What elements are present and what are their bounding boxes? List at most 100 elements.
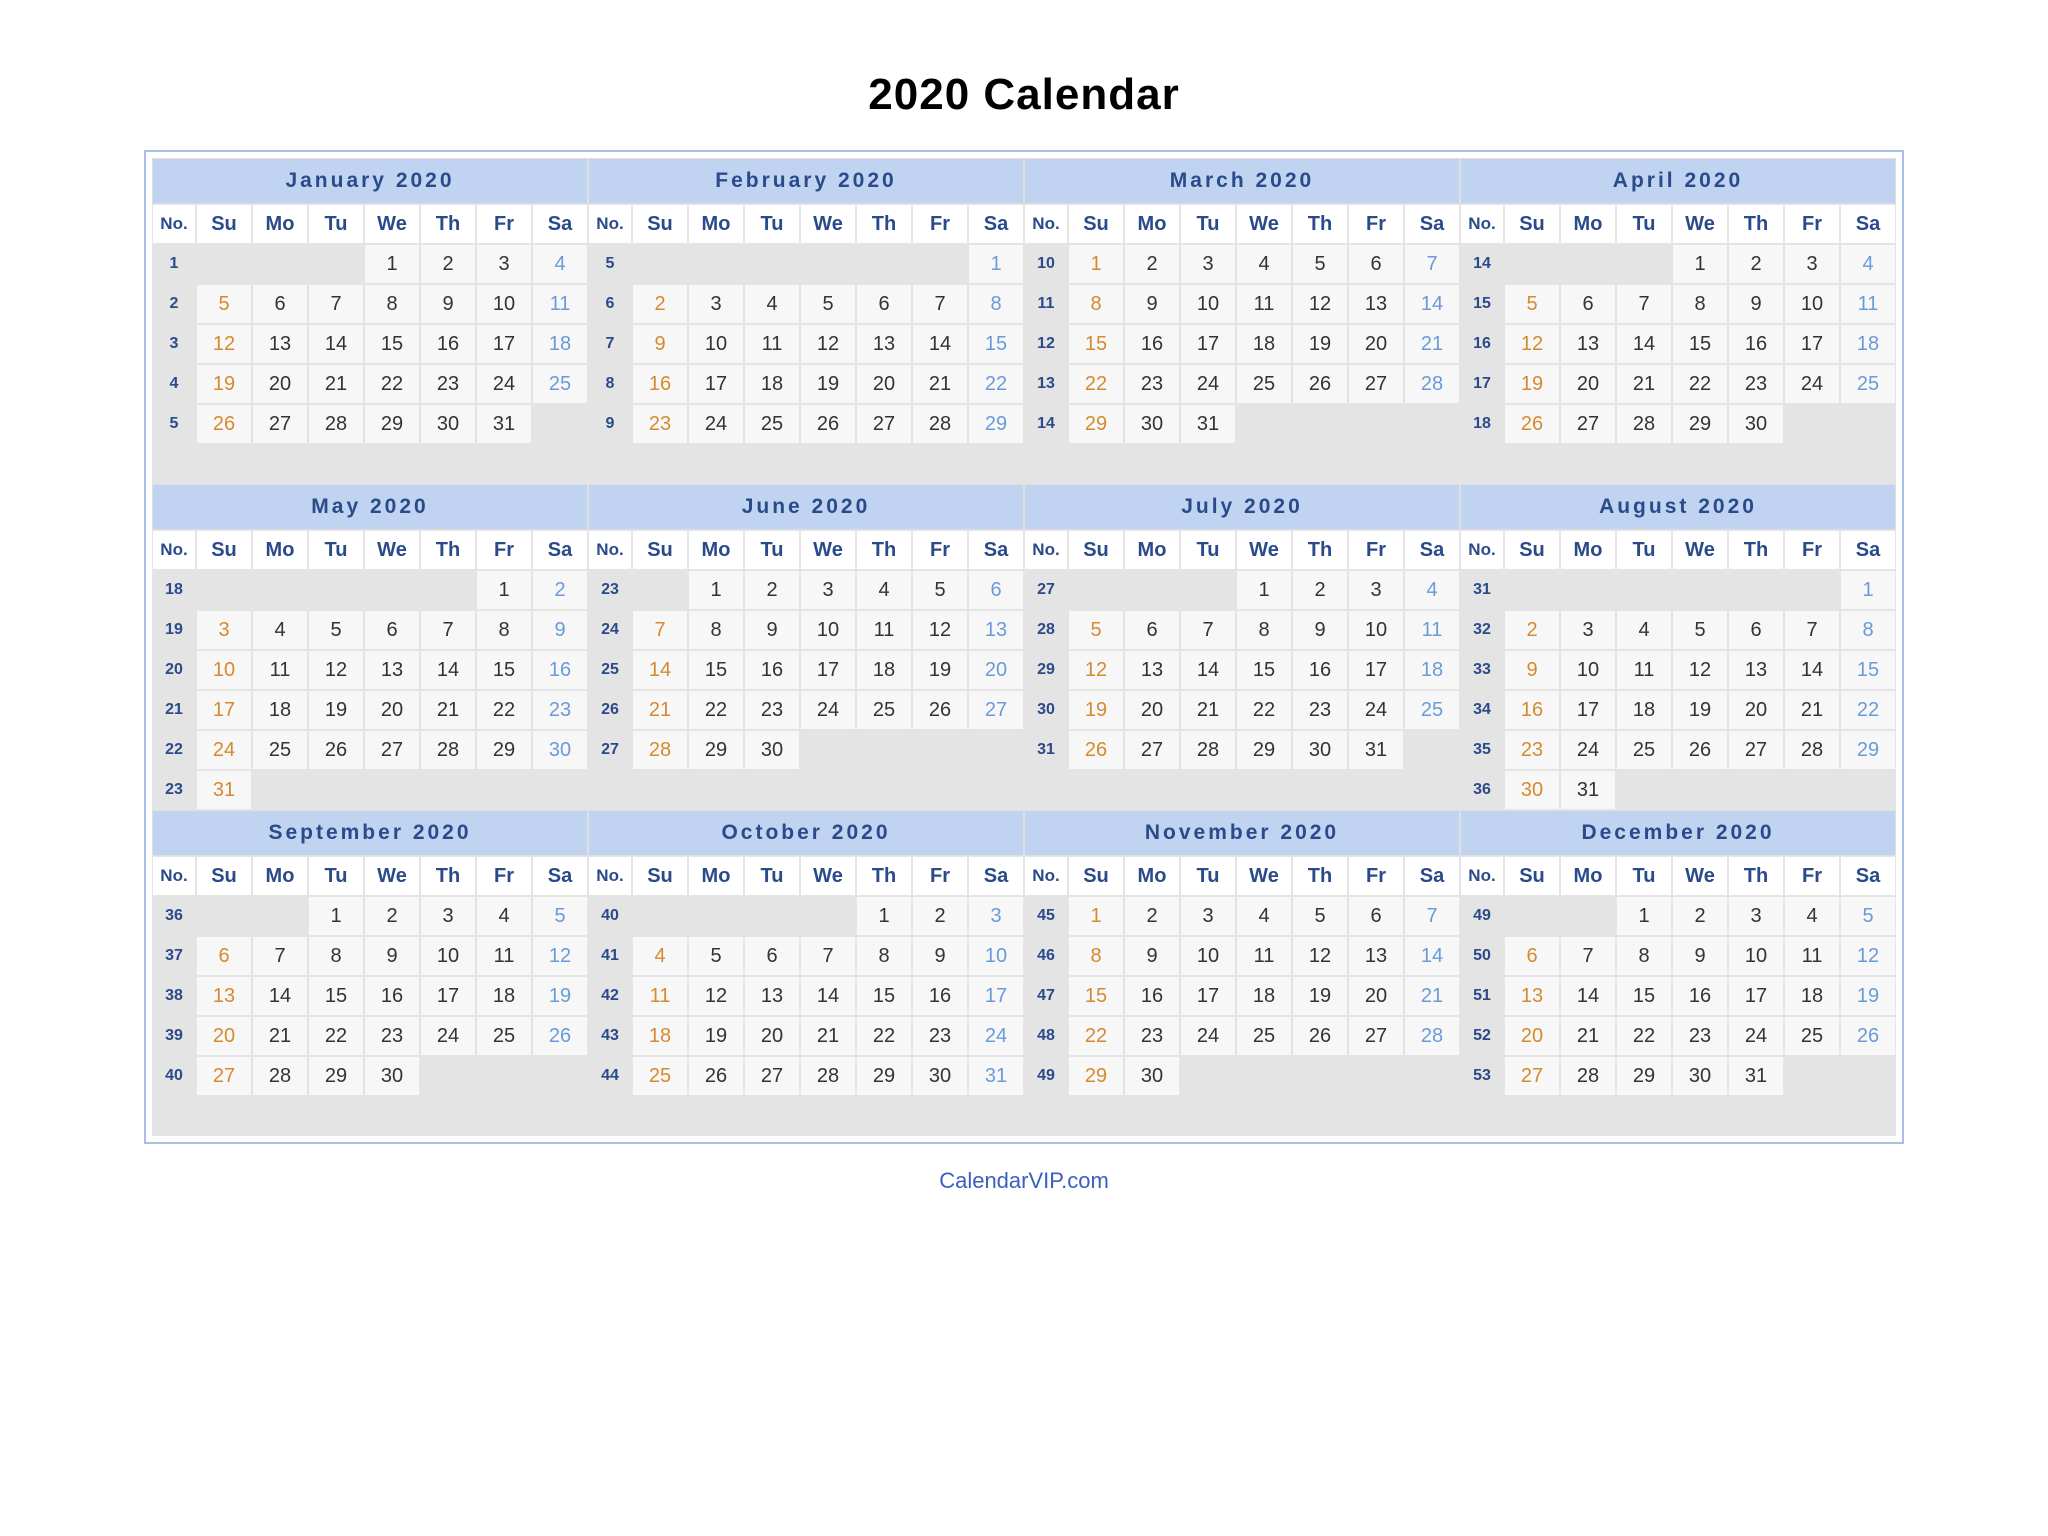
weekno-header: No. — [588, 530, 632, 570]
empty-cell — [1292, 404, 1348, 444]
day-cell: 9 — [1292, 610, 1348, 650]
weekno-header: No. — [152, 204, 196, 244]
day-cell: 8 — [1068, 936, 1124, 976]
empty-cell — [1024, 770, 1068, 810]
day-cell: 15 — [1616, 976, 1672, 1016]
day-cell: 21 — [912, 364, 968, 404]
day-cell: 1 — [856, 896, 912, 936]
month-header: March 2020 — [1024, 158, 1460, 204]
dow-header: Th — [1728, 530, 1784, 570]
empty-cell — [532, 444, 588, 484]
day-cell: 10 — [800, 610, 856, 650]
empty-cell — [968, 1096, 1024, 1136]
day-cell: 11 — [1236, 936, 1292, 976]
day-cell: 4 — [1404, 570, 1460, 610]
week-number: 31 — [1460, 570, 1504, 610]
month-body: No.SuMoTuWeThFrSa11234256789101131213141… — [152, 204, 588, 484]
day-cell: 18 — [856, 650, 912, 690]
day-cell: 5 — [196, 284, 252, 324]
dow-header: Mo — [252, 530, 308, 570]
day-cell: 2 — [1672, 896, 1728, 936]
empty-cell — [476, 444, 532, 484]
day-cell: 20 — [1124, 690, 1180, 730]
day-cell: 4 — [632, 936, 688, 976]
day-cell: 30 — [1504, 770, 1560, 810]
day-cell: 28 — [1180, 730, 1236, 770]
day-cell: 19 — [688, 1016, 744, 1056]
day-cell: 16 — [364, 976, 420, 1016]
empty-cell — [1348, 770, 1404, 810]
calendar-container: January 2020No.SuMoTuWeThFrSa11234256789… — [144, 150, 1904, 1144]
day-cell: 31 — [476, 404, 532, 444]
day-cell: 12 — [800, 324, 856, 364]
weekno-header: No. — [1460, 530, 1504, 570]
day-cell: 1 — [364, 244, 420, 284]
day-cell: 9 — [1728, 284, 1784, 324]
weekno-header: No. — [1460, 856, 1504, 896]
week-number: 40 — [588, 896, 632, 936]
day-cell: 23 — [532, 690, 588, 730]
day-cell: 26 — [308, 730, 364, 770]
day-cell: 12 — [196, 324, 252, 364]
day-cell: 8 — [1236, 610, 1292, 650]
dow-header: Fr — [912, 856, 968, 896]
empty-cell — [632, 244, 688, 284]
day-cell: 18 — [532, 324, 588, 364]
month-header: April 2020 — [1460, 158, 1896, 204]
day-cell: 11 — [744, 324, 800, 364]
day-cell: 11 — [856, 610, 912, 650]
day-cell: 22 — [688, 690, 744, 730]
day-cell: 21 — [420, 690, 476, 730]
week-number: 30 — [1024, 690, 1068, 730]
month: June 2020No.SuMoTuWeThFrSa23123456247891… — [588, 484, 1024, 810]
day-cell: 29 — [688, 730, 744, 770]
day-cell: 19 — [1504, 364, 1560, 404]
dow-header: Th — [420, 530, 476, 570]
week-number: 14 — [1024, 404, 1068, 444]
day-cell: 29 — [476, 730, 532, 770]
day-cell: 1 — [1840, 570, 1896, 610]
empty-cell — [1728, 570, 1784, 610]
week-number: 14 — [1460, 244, 1504, 284]
day-cell: 5 — [532, 896, 588, 936]
day-cell: 4 — [1236, 244, 1292, 284]
weekno-header: No. — [1024, 856, 1068, 896]
day-cell: 13 — [744, 976, 800, 1016]
day-cell: 27 — [1728, 730, 1784, 770]
dow-header: Th — [1728, 204, 1784, 244]
empty-cell — [1504, 570, 1560, 610]
empty-cell — [588, 770, 632, 810]
day-cell: 27 — [1560, 404, 1616, 444]
empty-cell — [1404, 444, 1460, 484]
day-cell: 24 — [1180, 1016, 1236, 1056]
empty-cell — [1068, 570, 1124, 610]
day-cell: 18 — [1840, 324, 1896, 364]
empty-cell — [252, 896, 308, 936]
empty-cell — [1348, 444, 1404, 484]
day-cell: 8 — [688, 610, 744, 650]
dow-header: Tu — [744, 856, 800, 896]
empty-cell — [1024, 444, 1068, 484]
empty-cell — [800, 896, 856, 936]
day-cell: 16 — [1124, 324, 1180, 364]
day-cell: 7 — [1404, 244, 1460, 284]
day-cell: 13 — [1728, 650, 1784, 690]
day-cell: 21 — [1616, 364, 1672, 404]
day-cell: 17 — [1784, 324, 1840, 364]
dow-header: Su — [632, 530, 688, 570]
day-cell: 3 — [1348, 570, 1404, 610]
day-cell: 10 — [688, 324, 744, 364]
week-number: 33 — [1460, 650, 1504, 690]
day-cell: 14 — [1180, 650, 1236, 690]
week-number: 12 — [1024, 324, 1068, 364]
empty-cell — [632, 770, 688, 810]
dow-header: We — [800, 204, 856, 244]
dow-header: We — [1672, 856, 1728, 896]
empty-cell — [1560, 896, 1616, 936]
week-number: 18 — [1460, 404, 1504, 444]
dow-header: Mo — [688, 856, 744, 896]
day-cell: 1 — [1616, 896, 1672, 936]
empty-cell — [308, 244, 364, 284]
day-cell: 16 — [532, 650, 588, 690]
dow-header: Tu — [1180, 530, 1236, 570]
